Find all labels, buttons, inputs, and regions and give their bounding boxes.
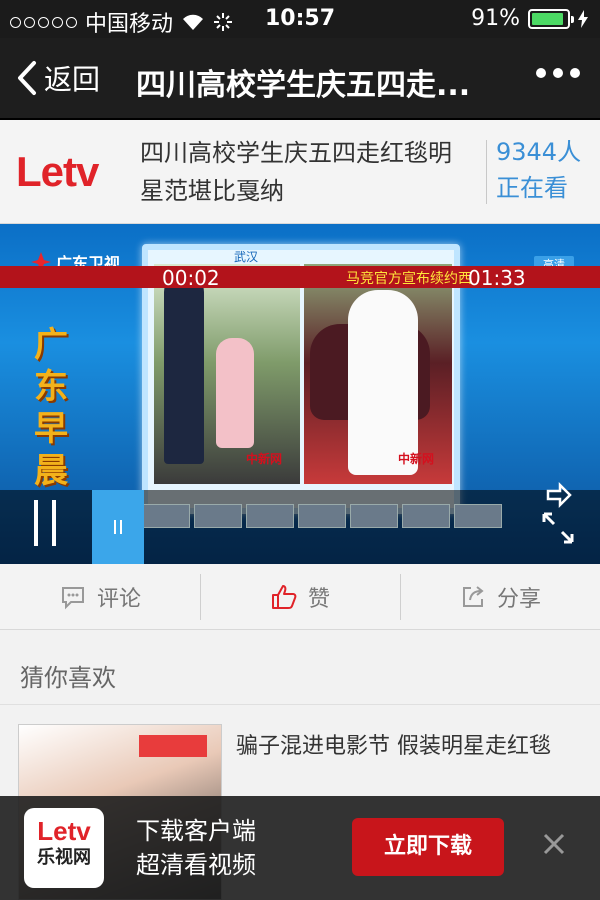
fullscreen-icon[interactable] bbox=[540, 510, 576, 546]
header-divider bbox=[486, 140, 487, 204]
like-button[interactable]: 赞 bbox=[200, 564, 400, 629]
banner-line2: 超清看视频 bbox=[136, 851, 256, 879]
player-controls bbox=[0, 490, 600, 564]
figure-dress bbox=[348, 290, 418, 475]
charging-icon bbox=[578, 9, 588, 28]
watermark-left: 中新网 bbox=[246, 452, 283, 466]
figure-woman bbox=[216, 338, 254, 448]
thumbs-up-icon bbox=[271, 584, 297, 609]
video-player[interactable]: 广东卫视 广东早晨 武汉 中新网 中新网 高清 马竞官方宣布续约西 00:02 … bbox=[0, 224, 600, 564]
share-label: 分享 bbox=[496, 586, 541, 612]
app-logo: Letv 乐视网 bbox=[24, 808, 104, 888]
time-total: 01:33 bbox=[468, 266, 526, 290]
recommend-title[interactable]: 骗子混进电影节 假装明星走红毯 bbox=[236, 728, 551, 760]
comment-icon bbox=[61, 586, 84, 609]
figure-pilot bbox=[164, 274, 204, 464]
battery-icon bbox=[528, 8, 574, 29]
like-label: 赞 bbox=[307, 586, 330, 612]
action-bar: 评论 赞 分享 bbox=[0, 564, 600, 630]
progress-thumbnails bbox=[142, 504, 502, 528]
progress-bar[interactable] bbox=[92, 490, 552, 564]
download-button[interactable]: 立即下载 bbox=[352, 818, 504, 876]
viewer-count-suffix: 正在看 bbox=[496, 174, 568, 202]
program-header: Letv 四川高校学生庆五四走红毯明星范堪比戛纳 9344人 正在看 bbox=[0, 120, 600, 224]
status-bar: 中国移动 10:57 91% bbox=[0, 0, 600, 38]
viewer-count-number: 9344人 bbox=[496, 138, 582, 166]
page-title: 四川高校学生庆五四走... bbox=[136, 68, 471, 103]
comment-label: 评论 bbox=[96, 586, 141, 612]
more-button[interactable] bbox=[536, 68, 580, 78]
chevron-left-icon bbox=[18, 61, 36, 95]
app-logo-mark: Letv bbox=[37, 816, 91, 846]
status-right: 91% bbox=[471, 6, 588, 31]
back-label: 返回 bbox=[44, 63, 101, 96]
share-icon bbox=[462, 585, 484, 607]
time-current: 00:02 bbox=[162, 266, 220, 290]
banner-text: 下载客户端 超清看视频 bbox=[136, 814, 256, 882]
share-arrow-icon[interactable] bbox=[544, 480, 574, 510]
recommend-divider bbox=[0, 704, 600, 705]
progress-knob[interactable] bbox=[92, 490, 144, 564]
program-title: 四川高校学生庆五四走红毯明星范堪比戛纳 bbox=[140, 139, 452, 205]
city-label: 武汉 bbox=[234, 250, 259, 264]
nav-bar: 返回 四川高校学生庆五四走... bbox=[0, 38, 600, 120]
back-button[interactable]: 返回 bbox=[14, 58, 100, 98]
download-banner: Letv 乐视网 下载客户端 超清看视频 立即下载 bbox=[0, 796, 600, 900]
app-logo-name: 乐视网 bbox=[37, 847, 91, 868]
battery-percent: 91% bbox=[471, 6, 520, 31]
comment-button[interactable]: 评论 bbox=[0, 564, 200, 629]
letv-logo: Letv bbox=[16, 148, 99, 195]
share-button[interactable]: 分享 bbox=[400, 564, 600, 629]
thumbnail-badge bbox=[139, 735, 207, 757]
recommend-heading: 猜你喜欢 bbox=[20, 664, 116, 692]
watermark-right: 中新网 bbox=[398, 452, 435, 466]
pause-button[interactable] bbox=[34, 500, 56, 546]
viewer-count: 9344人 正在看 bbox=[496, 134, 596, 206]
banner-line1: 下载客户端 bbox=[136, 817, 256, 845]
close-icon[interactable] bbox=[540, 830, 568, 858]
show-title: 广东早晨 bbox=[34, 325, 68, 491]
ticker-text: 马竞官方宣布续约西 bbox=[346, 271, 472, 287]
